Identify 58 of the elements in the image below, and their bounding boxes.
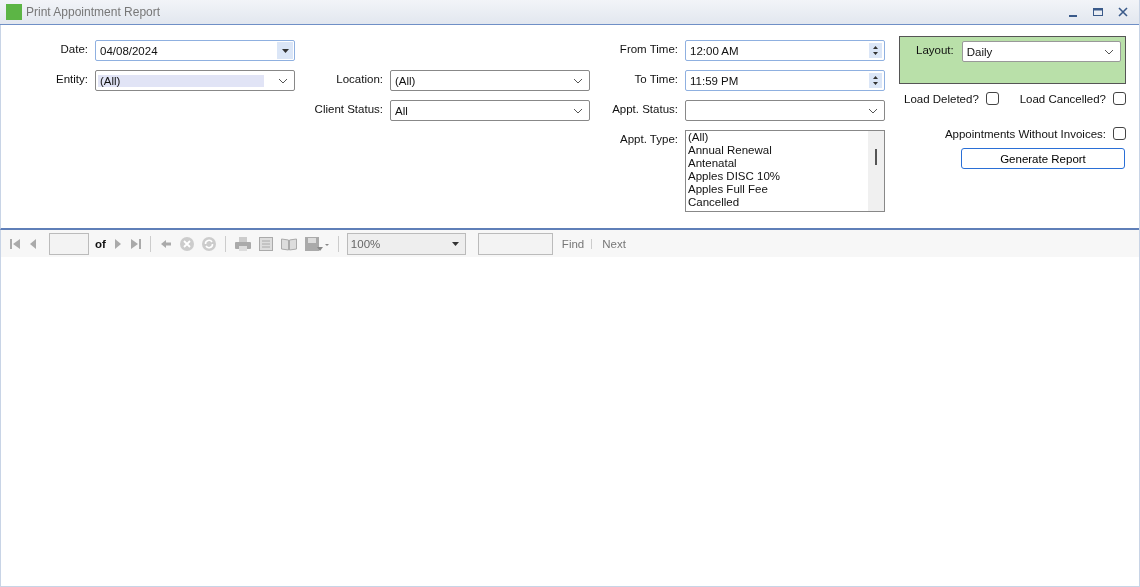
find-link[interactable]: Find (561, 237, 585, 250)
field-label: Location: (335, 72, 383, 87)
chevron-down-icon (573, 107, 583, 114)
app-logo-icon (6, 4, 22, 20)
chevron-down-icon (868, 107, 878, 114)
chevron-down-icon (278, 77, 288, 84)
spinner-arrows-icon[interactable] (869, 43, 882, 58)
scrollbar[interactable] (868, 131, 884, 211)
page-number-field[interactable] (49, 232, 89, 255)
page-count-label: of (95, 237, 106, 250)
print-icon[interactable] (233, 235, 252, 252)
list-item[interactable]: Apples Full Fee (688, 183, 868, 196)
next-link[interactable]: Next (602, 237, 626, 250)
stop-icon[interactable] (178, 235, 195, 252)
page-layout-icon[interactable] (257, 235, 274, 252)
zoom-dropdown[interactable]: 100% (346, 232, 466, 255)
chevron-down-icon (573, 77, 583, 84)
list-item[interactable]: (All) (688, 131, 868, 144)
save-dropdown-icon[interactable] (303, 235, 330, 252)
checkbox[interactable] (985, 92, 999, 105)
list-item[interactable]: Apples DISC 10% (688, 170, 868, 183)
maximize-button[interactable] (1092, 6, 1104, 18)
window-title: Print Appointment Report (26, 5, 161, 19)
checkbox-label: Load Cancelled? (1019, 92, 1106, 105)
dropdown-arrow-icon (451, 241, 459, 246)
refresh-icon[interactable] (200, 235, 217, 252)
find-field[interactable] (477, 232, 553, 255)
appt-type-listbox[interactable]: (All) Annual Renewal Antenatal Apples DISC 10% Apples Full Fee Cancelled (685, 130, 885, 212)
checkbox[interactable] (1113, 92, 1126, 105)
appt-status-dropdown[interactable] (685, 100, 885, 121)
checkbox[interactable] (1113, 127, 1126, 140)
chevron-down-icon (1104, 48, 1114, 55)
checkbox-label: Appointments Without Invoices: (944, 127, 1106, 140)
close-button[interactable] (1117, 6, 1129, 18)
spinner-arrows-icon[interactable] (869, 73, 882, 88)
last-page-icon[interactable] (129, 236, 142, 251)
field-label: Date: (59, 42, 88, 57)
client-status-dropdown[interactable]: All (390, 100, 590, 121)
location-dropdown[interactable]: (All) (390, 70, 590, 91)
field-label: Appt. Status: (611, 102, 678, 117)
list-item[interactable]: Antenatal (688, 157, 868, 170)
time-spinner[interactable]: 12:00 AM (685, 40, 885, 61)
entity-dropdown[interactable]: (All) (95, 70, 295, 91)
generate-report-button[interactable]: Generate Report (961, 148, 1125, 169)
layout-dropdown[interactable]: Daily (961, 41, 1121, 62)
field-label: From Time: (618, 42, 678, 57)
list-item[interactable]: Annual Renewal (688, 144, 868, 157)
first-page-icon[interactable] (9, 236, 21, 251)
field-label: To Time: (633, 72, 678, 87)
field-label: Entity: (55, 72, 88, 87)
book-icon[interactable] (279, 235, 298, 252)
field-label: Client Status: (313, 102, 383, 117)
checkbox-label: Load Deleted? (904, 92, 979, 105)
field-label: Appt. Type: (619, 132, 678, 147)
date-picker[interactable]: 04/08/2024 (95, 40, 295, 61)
field-label: Layout: (916, 43, 954, 56)
time-spinner[interactable]: 11:59 PM (685, 70, 885, 91)
list-item[interactable]: Cancelled (688, 196, 868, 209)
